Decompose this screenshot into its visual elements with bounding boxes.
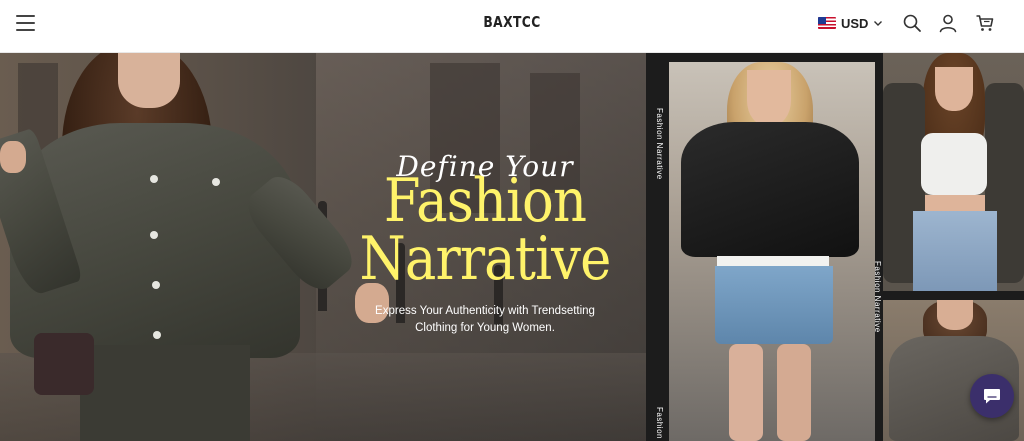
- vertical-label: Fashion Narrative: [655, 108, 664, 180]
- hamburger-menu-icon[interactable]: [14, 13, 38, 33]
- hero-headline-line-2: Narrative: [359, 224, 612, 294]
- chevron-down-icon: [874, 21, 883, 26]
- hero-subtitle: Express Your Authenticity with Trendsett…: [355, 303, 615, 337]
- hero-side-gallery: Fashion Narrative Fashion N Fashion Narr…: [646, 53, 1024, 441]
- currency-selector[interactable]: USD: [818, 13, 883, 33]
- hero-text-block: Define Your Fashion Narrative Express Yo…: [320, 153, 650, 337]
- currency-code: USD: [841, 15, 869, 31]
- search-icon[interactable]: [902, 13, 922, 33]
- model-photo-grey-jacket: [883, 300, 1024, 441]
- hero-script-title: Define Your: [396, 150, 574, 183]
- us-flag-icon: [818, 17, 836, 29]
- hero-subtitle-line-1: Express Your Authenticity with Trendsett…: [375, 305, 595, 317]
- chat-bubble-icon[interactable]: [970, 374, 1014, 418]
- hero-banner[interactable]: Define Your Fashion Narrative Express Yo…: [0, 53, 1024, 441]
- model-photo-white-top: [883, 53, 1024, 291]
- model-photo-leather-jacket: [669, 62, 875, 441]
- site-header: BAXTCC USD: [0, 0, 1024, 53]
- account-icon[interactable]: [938, 13, 958, 33]
- hero-subtitle-line-2: Clothing for Young Women.: [415, 322, 555, 334]
- vertical-label: Fashion N: [655, 407, 664, 441]
- logo-link[interactable]: BAXTCC: [483, 13, 540, 31]
- cart-icon[interactable]: [975, 13, 995, 33]
- site-logo: BAXTCC: [92, 13, 932, 31]
